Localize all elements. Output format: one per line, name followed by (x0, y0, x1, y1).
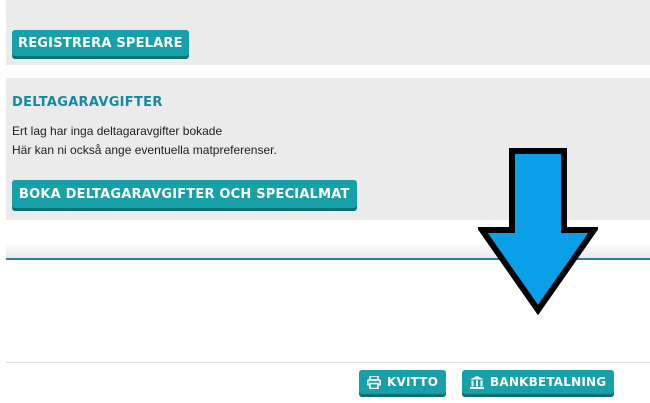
printer-icon (367, 375, 381, 389)
bank-icon (470, 375, 484, 389)
down-arrow-icon (476, 148, 600, 321)
bank-payment-label: BANKBETALNING (490, 375, 607, 389)
receipt-label: KVITTO (387, 375, 439, 389)
bank-payment-button[interactable]: BANKBETALNING (462, 370, 615, 394)
book-fees-button[interactable]: BOKA DELTAGARAVGIFTER OCH SPECIALMAT (12, 180, 357, 208)
register-panel: REGISTRERA SPELARE (6, 0, 650, 65)
register-players-button[interactable]: REGISTRERA SPELARE (12, 30, 189, 56)
section-title: DELTAGARAVGIFTER (12, 95, 163, 110)
receipt-button[interactable]: KVITTO (359, 370, 447, 394)
register-players-label: REGISTRERA SPELARE (18, 35, 183, 51)
footer-divider (6, 362, 650, 363)
fees-info-text: Här kan ni också ange eventuella matpref… (12, 143, 277, 157)
book-fees-label: BOKA DELTAGARAVGIFTER OCH SPECIALMAT (19, 186, 350, 202)
fees-status-text: Ert lag har inga deltagaravgifter bokade (12, 124, 223, 138)
